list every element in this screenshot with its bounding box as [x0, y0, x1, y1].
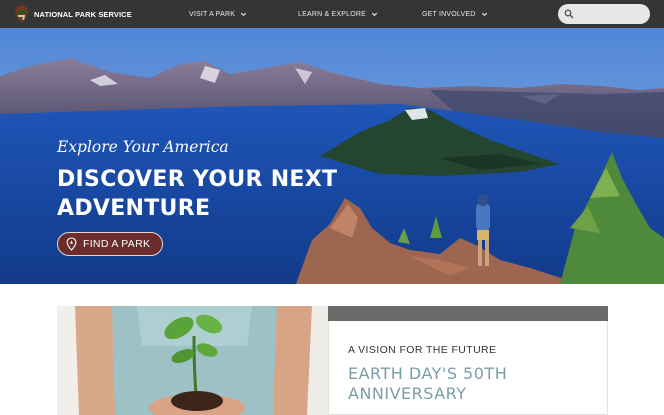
nps-arrowhead-icon: [15, 5, 28, 23]
nav-get-involved[interactable]: GET INVOLVED: [422, 0, 488, 28]
find-a-park-button[interactable]: FIND A PARK: [57, 232, 163, 256]
top-nav: NATIONAL PARK SERVICE VISIT A PARK LEARN…: [0, 0, 664, 28]
feature-photo-seedling[interactable]: [57, 306, 328, 415]
hero-banner: Explore Your America DISCOVER YOUR NEXT …: [0, 28, 664, 284]
chevron-down-icon: [371, 12, 378, 16]
find-a-park-label: FIND A PARK: [83, 238, 151, 250]
feature-title[interactable]: EARTH DAY'S 50TH ANNIVERSARY: [348, 364, 588, 404]
search-box: [558, 4, 650, 24]
brand-link[interactable]: NATIONAL PARK SERVICE: [14, 5, 132, 23]
chevron-down-icon: [481, 12, 487, 16]
nav-visit-a-park[interactable]: VISIT A PARK: [189, 0, 247, 28]
nav-item-label: VISIT A PARK: [189, 10, 236, 18]
feature-card-header-bar: [328, 306, 608, 321]
feature-kicker: A VISION FOR THE FUTURE: [348, 344, 497, 356]
hero-eyebrow: Explore Your America: [57, 138, 229, 156]
chevron-down-icon: [241, 12, 247, 16]
map-pin-icon: [66, 237, 77, 251]
brand-name: NATIONAL PARK SERVICE: [34, 9, 132, 19]
search-input[interactable]: [578, 7, 644, 21]
seedling-photo: [57, 306, 328, 415]
nav-item-label: GET INVOLVED: [422, 10, 476, 18]
nav-learn-and-explore[interactable]: LEARN & EXPLORE: [298, 0, 378, 28]
hero-title: DISCOVER YOUR NEXT ADVENTURE: [57, 167, 338, 221]
nav-item-label: LEARN & EXPLORE: [298, 10, 366, 18]
search-icon[interactable]: [564, 9, 574, 19]
